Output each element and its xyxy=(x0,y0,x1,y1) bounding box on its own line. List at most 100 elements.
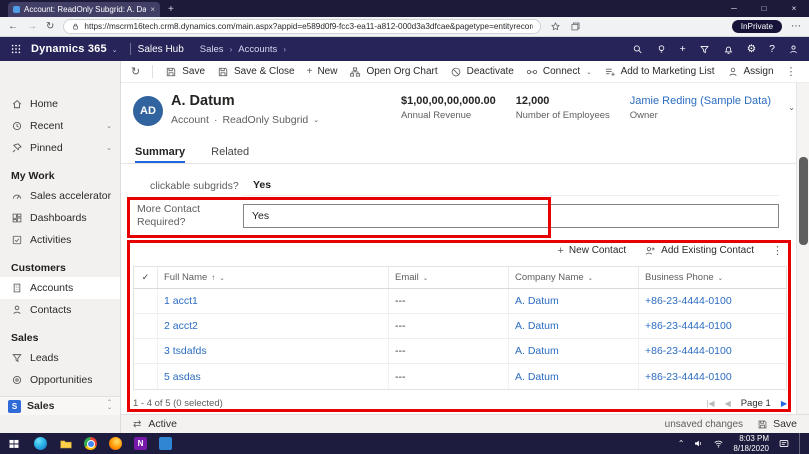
onenote-icon[interactable]: N xyxy=(128,433,153,454)
deactivate-button[interactable]: Deactivate xyxy=(450,66,514,78)
add-to-marketing-list-button[interactable]: Add to Marketing List xyxy=(604,66,715,78)
firefox-icon[interactable] xyxy=(103,433,128,454)
filter-icon[interactable] xyxy=(699,44,710,55)
help-icon[interactable]: ? xyxy=(769,44,775,55)
chevron-down-icon[interactable]: ⌄ xyxy=(423,274,428,282)
sidebar-item-home[interactable]: Home xyxy=(0,93,120,115)
company-link[interactable]: A. Datum xyxy=(509,364,639,389)
more-contact-required-input[interactable]: Yes xyxy=(243,204,779,228)
refresh-icon[interactable]: ↻ xyxy=(46,22,54,32)
row-checkbox[interactable] xyxy=(134,339,158,363)
tab-related[interactable]: Related xyxy=(211,146,249,163)
quick-create-icon[interactable]: + xyxy=(680,44,686,55)
save-and-close-button[interactable]: Save & Close xyxy=(217,66,295,78)
add-existing-contact-button[interactable]: Add Existing Contact xyxy=(644,245,754,257)
new-tab-button[interactable]: + xyxy=(168,2,174,17)
sidebar-item-activities[interactable]: Activities xyxy=(0,229,120,251)
row-checkbox[interactable] xyxy=(134,314,158,338)
table-row[interactable]: 3 tsdafds --- A. Datum +86-23-4444-0100 xyxy=(134,339,786,364)
waffle-icon[interactable] xyxy=(10,43,22,55)
address-bar[interactable]: https://mscrm16tech.crm8.dynamics.com/ma… xyxy=(63,19,541,34)
tab-summary[interactable]: Summary xyxy=(135,146,185,163)
hub-name[interactable]: Sales Hub xyxy=(138,44,184,55)
contact-link[interactable]: 5 asdas xyxy=(158,364,389,389)
chevron-down-icon[interactable]: ⌄ xyxy=(718,274,723,282)
row-checkbox[interactable] xyxy=(134,289,158,313)
company-link[interactable]: A. Datum xyxy=(509,289,639,313)
scrollbar-thumb[interactable] xyxy=(799,157,808,245)
save-button[interactable]: Save xyxy=(165,66,205,78)
bell-icon[interactable] xyxy=(723,44,734,55)
sidebar-item-pinned[interactable]: Pinned ⌄ xyxy=(0,137,120,159)
inprivate-badge[interactable]: InPrivate xyxy=(732,20,782,33)
chevron-down-icon[interactable]: ⌄ xyxy=(588,274,593,282)
user-icon[interactable] xyxy=(788,44,799,55)
back-icon[interactable]: ← xyxy=(8,22,18,32)
company-link[interactable]: A. Datum xyxy=(509,339,639,363)
column-header-phone[interactable]: Business Phone ⌄ xyxy=(639,267,786,288)
chevron-down-icon[interactable]: ⌄ xyxy=(106,122,112,130)
sidebar-item-contacts[interactable]: Contacts xyxy=(0,299,120,321)
company-link[interactable]: A. Datum xyxy=(509,314,639,338)
select-all-checkbox[interactable]: ✓ xyxy=(134,267,158,288)
contact-link[interactable]: 1 acct1 xyxy=(158,289,389,313)
action-center-icon[interactable] xyxy=(778,438,790,450)
taskbar-clock[interactable]: 8:03 PM 8/18/2020 xyxy=(733,434,769,453)
table-row[interactable]: 2 acct2 --- A. Datum +86-23-4444-0100 xyxy=(134,314,786,339)
lightbulb-icon[interactable] xyxy=(656,44,667,55)
vertical-scrollbar[interactable] xyxy=(796,83,809,414)
phone-link[interactable]: +86-23-4444-0100 xyxy=(639,289,786,313)
form-refresh-icon[interactable]: ↻ xyxy=(131,65,140,78)
chevron-down-icon[interactable]: ⌄ xyxy=(219,274,224,282)
phone-link[interactable]: +86-23-4444-0100 xyxy=(639,339,786,363)
maximize-button[interactable]: □ xyxy=(749,0,779,17)
subgrid-more-commands-icon[interactable]: ⋮ xyxy=(772,244,783,257)
browser-tab[interactable]: Account: ReadOnly Subgrid: A. Datum × xyxy=(8,2,160,17)
table-row[interactable]: 5 asdas --- A. Datum +86-23-4444-0100 xyxy=(134,364,786,389)
search-icon[interactable] xyxy=(632,44,643,55)
collections-icon[interactable] xyxy=(570,21,581,32)
show-desktop-button[interactable] xyxy=(799,433,804,454)
chrome-icon[interactable] xyxy=(78,433,103,454)
open-org-chart-button[interactable]: Open Org Chart xyxy=(349,66,437,78)
collapse-header-chevron-icon[interactable]: ⌄ xyxy=(788,103,795,112)
app-switcher[interactable]: S Sales ⌃ ⌄ xyxy=(0,396,120,415)
chevron-down-icon[interactable]: ⌄ xyxy=(106,144,112,152)
first-page-icon[interactable]: |◀ xyxy=(706,399,714,408)
more-commands-icon[interactable]: ⋮ xyxy=(786,65,797,78)
gear-icon[interactable]: ⚙ xyxy=(747,44,756,55)
status-save-button[interactable]: Save xyxy=(757,418,797,430)
app-title-chevron-icon[interactable]: ⌄ xyxy=(112,46,118,54)
app-title[interactable]: Dynamics 365 xyxy=(31,43,107,55)
contact-link[interactable]: 2 acct2 xyxy=(158,314,389,338)
tray-chevron-icon[interactable]: ⌃ xyxy=(678,439,685,448)
column-header-email[interactable]: Email ⌄ xyxy=(389,267,509,288)
sidebar-item-opportunities[interactable]: Opportunities xyxy=(0,369,120,391)
phone-link[interactable]: +86-23-4444-0100 xyxy=(639,364,786,389)
sidebar-item-leads[interactable]: Leads xyxy=(0,347,120,369)
volume-icon[interactable] xyxy=(693,438,704,449)
column-header-company[interactable]: Company Name ⌄ xyxy=(509,267,639,288)
new-button[interactable]: + New xyxy=(307,66,338,77)
tab-close-icon[interactable]: × xyxy=(150,5,155,14)
row-checkbox[interactable] xyxy=(134,364,158,389)
breadcrumb-area[interactable]: Sales xyxy=(200,44,224,55)
table-row[interactable]: 1 acct1 --- A. Datum +86-23-4444-0100 xyxy=(134,289,786,314)
sidebar-item-accounts[interactable]: Accounts xyxy=(0,277,120,299)
vscode-icon[interactable] xyxy=(153,433,178,454)
previous-page-icon[interactable]: ◀ xyxy=(725,399,731,408)
sidebar-item-dashboards[interactable]: Dashboards xyxy=(0,207,120,229)
new-contact-button[interactable]: + New Contact xyxy=(557,245,626,257)
close-button[interactable]: × xyxy=(779,0,809,17)
favorites-star-icon[interactable] xyxy=(550,21,561,32)
chevron-down-icon[interactable]: ⌄ xyxy=(313,116,319,124)
start-button[interactable] xyxy=(0,433,28,454)
column-header-full-name[interactable]: Full Name ↑ ⌄ xyxy=(158,267,389,288)
network-icon[interactable] xyxy=(713,438,724,449)
sidebar-item-sales-accelerator[interactable]: Sales accelerator (... xyxy=(0,185,120,207)
breadcrumb-entity[interactable]: Accounts xyxy=(238,44,277,55)
form-selector[interactable]: ReadOnly Subgrid xyxy=(222,114,308,126)
minimize-button[interactable]: ─ xyxy=(719,0,749,17)
browser-menu-icon[interactable]: ⋯ xyxy=(791,22,801,32)
connect-button[interactable]: Connect ⌄ xyxy=(526,66,592,78)
